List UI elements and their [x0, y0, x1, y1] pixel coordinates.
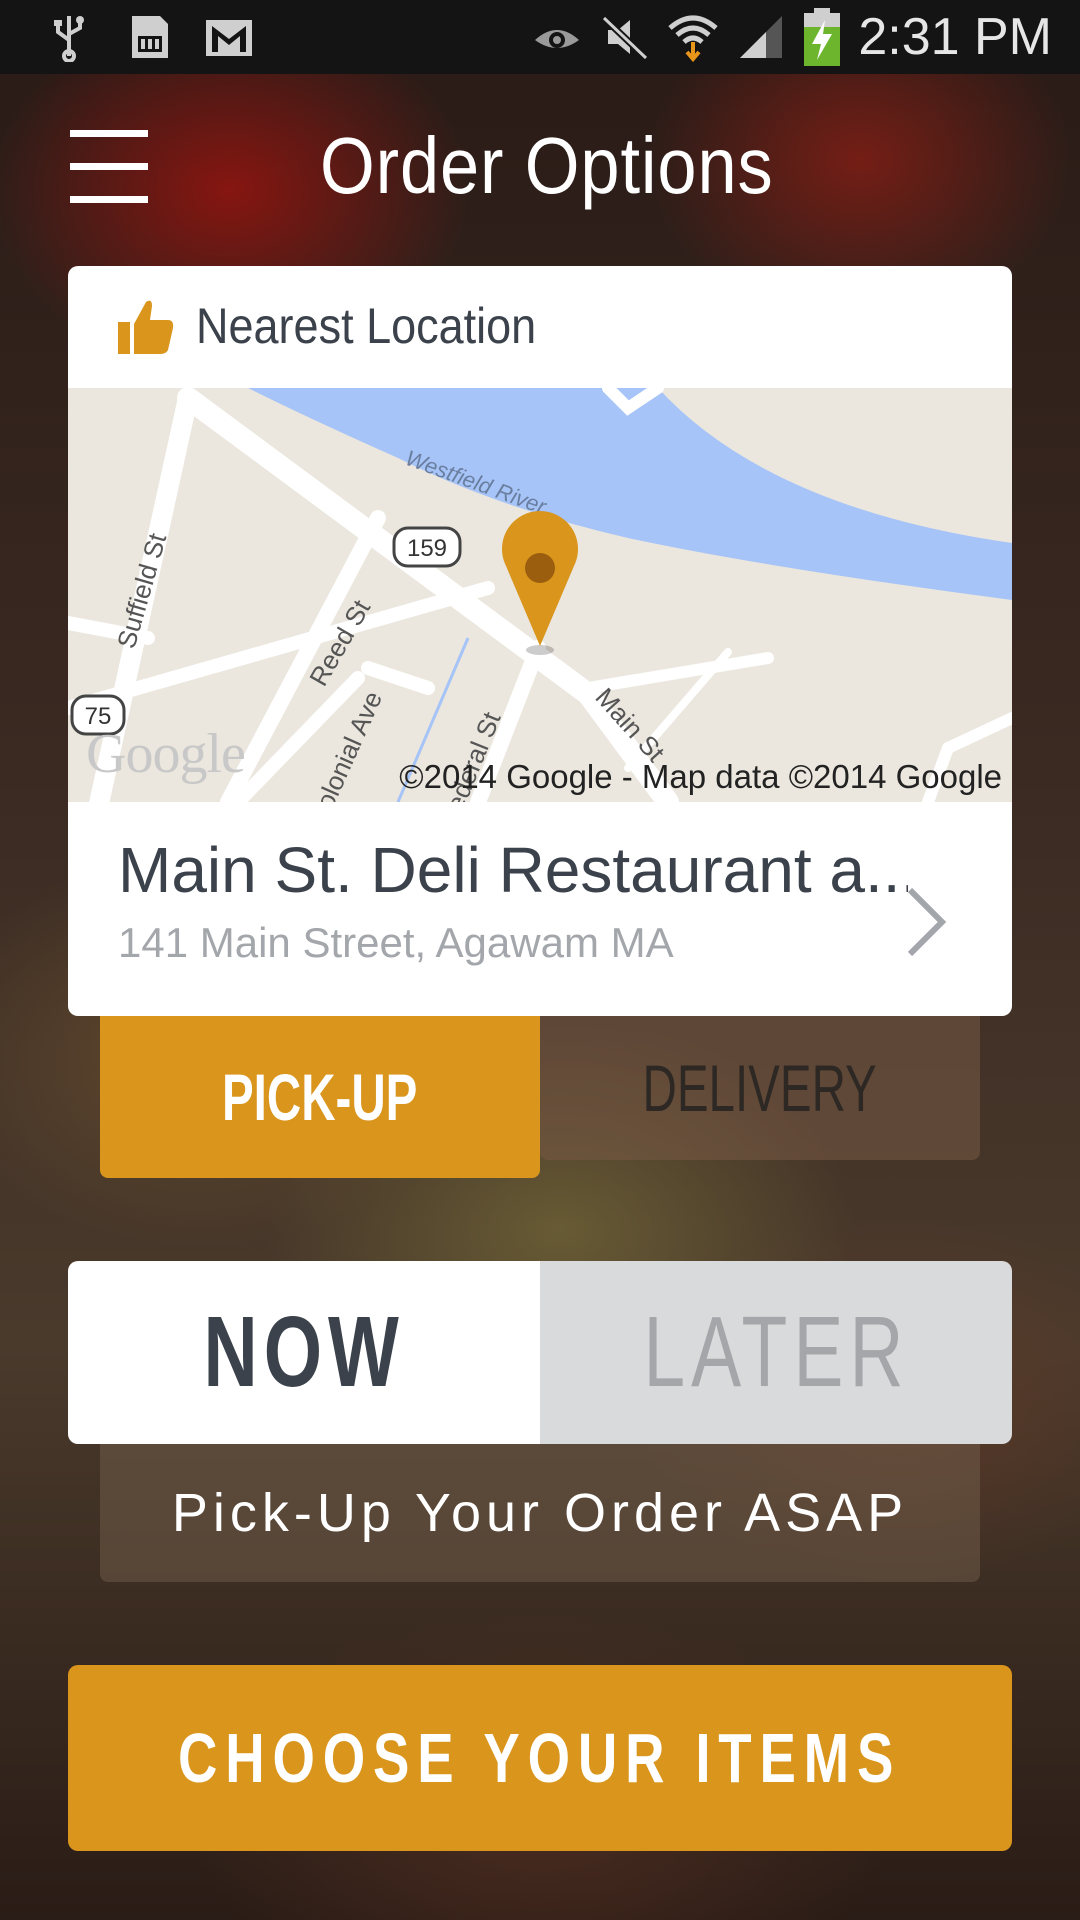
thumbs-up-icon — [118, 300, 174, 354]
pickup-button[interactable]: PICK-UP — [100, 1016, 540, 1178]
svg-text:159: 159 — [407, 535, 447, 562]
colonial-ave-label: Colonial Ave — [302, 687, 388, 802]
pickup-asap-text: Pick-Up Your Order ASAP — [100, 1444, 980, 1582]
hamburger-menu-icon[interactable] — [70, 130, 150, 205]
location-card-header: Nearest Location — [68, 266, 1012, 388]
eye-icon — [535, 30, 580, 48]
location-card: Nearest Location 159 75 Westfield River … — [68, 266, 1012, 1016]
location-name: Main St. Deli Restaurant a... — [118, 834, 908, 906]
status-bar: 2:31 PM — [0, 0, 1080, 74]
signal-icon — [740, 16, 783, 58]
map-attribution: ©2014 Google - Map data ©2014 Google — [399, 758, 1002, 795]
status-time: 2:31 PM — [858, 8, 1052, 66]
map-view[interactable]: 159 75 Westfield River Suffield St Reed … — [68, 388, 1012, 802]
page-title: Order Options — [320, 121, 774, 210]
gmail-icon — [206, 20, 252, 56]
sd-card-icon — [132, 16, 168, 58]
mute-icon — [601, 15, 649, 61]
suffield-st-label: Suffield St — [111, 529, 173, 651]
wifi-icon — [668, 15, 718, 62]
battery-charging-icon — [804, 8, 841, 66]
status-left-icons — [44, 12, 254, 62]
later-button[interactable]: LATER — [540, 1261, 1012, 1444]
google-logo: Google — [86, 723, 246, 785]
timing-toggle: NOW LATER — [68, 1261, 1012, 1444]
location-address: 141 Main Street, Agawam MA — [118, 919, 674, 966]
delivery-button[interactable]: DELIVERY — [540, 1016, 980, 1160]
choose-your-items-button[interactable]: CHOOSE YOUR ITEMS — [68, 1665, 1012, 1851]
now-button[interactable]: NOW — [68, 1261, 540, 1444]
status-right-icons: 2:31 PM — [532, 6, 1052, 68]
order-type-toggle: PICK-UP DELIVERY — [100, 1016, 980, 1178]
usb-icon — [54, 16, 84, 62]
chevron-right-icon[interactable] — [900, 882, 950, 962]
location-row[interactable]: Main St. Deli Restaurant a... 141 Main S… — [68, 802, 1012, 1016]
nearest-location-label: Nearest Location — [196, 298, 537, 354]
route-159-shield: 159 — [392, 526, 462, 568]
